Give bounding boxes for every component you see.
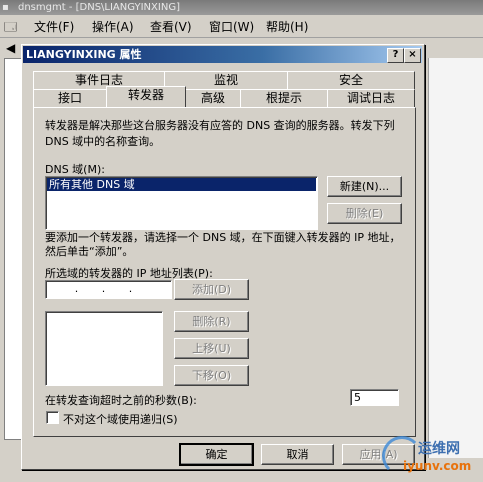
menu-action[interactable]: 操作(A) <box>92 18 134 35</box>
tab-root-hints[interactable]: 根提示 <box>240 89 328 107</box>
mmc-app-icon: ▪ <box>2 2 9 13</box>
timeout-label: 在转发查询超时之前的秒数(B): <box>45 394 197 407</box>
mmc-menu-icon: 🗔 <box>4 20 18 34</box>
forwarder-ip-list[interactable] <box>45 311 163 386</box>
tab-interfaces[interactable]: 接口 <box>33 89 107 107</box>
new-domain-button[interactable]: 新建(N)... <box>327 176 402 197</box>
dns-domain-label: DNS 域(M): <box>45 163 105 176</box>
move-up-button[interactable]: 上移(U) <box>174 338 249 359</box>
close-button[interactable]: × <box>404 48 421 63</box>
mmc-titlebar: ▪ dnsmgmt - [DNS\LIANGYINXING] <box>0 0 483 15</box>
menu-help[interactable]: 帮助(H) <box>266 18 308 35</box>
ip-address-input[interactable]: . . . <box>45 280 172 299</box>
dialog-titlebar: LIANGYINXING 属性 <box>23 46 422 63</box>
ok-button[interactable]: 确定 <box>179 443 254 466</box>
no-recursion-label: 不对这个域使用递归(S) <box>63 413 178 426</box>
tab-debug-log[interactable]: 调试日志 <box>327 89 415 107</box>
move-down-button[interactable]: 下移(O) <box>174 365 249 386</box>
timeout-input[interactable]: 5 <box>350 389 399 406</box>
tab-security[interactable]: 安全 <box>287 71 415 89</box>
dns-domain-list[interactable]: 所有其他 DNS 域 <box>45 176 318 230</box>
add-forwarder-button[interactable]: 添加(D) <box>174 279 249 300</box>
help-button[interactable]: ? <box>387 48 404 63</box>
watermark-text: 运维网 <box>418 441 460 457</box>
mmc-result-pane <box>428 58 483 458</box>
dialog-title: LIANGYINXING 属性 <box>26 48 142 61</box>
watermark-url: iyunv.com <box>403 459 472 473</box>
cancel-button[interactable]: 取消 <box>261 444 334 465</box>
menu-view[interactable]: 查看(V) <box>150 18 192 35</box>
tab-forwarders[interactable]: 转发器 <box>106 86 186 107</box>
add-forwarder-instruction: 要添加一个转发器，请选择一个 DNS 域，在下面键入转发器的 IP 地址，然后单… <box>45 231 401 258</box>
delete-domain-button[interactable]: 删除(E) <box>327 203 402 224</box>
back-arrow-icon[interactable]: ◀ <box>6 41 15 55</box>
no-recursion-checkbox[interactable] <box>46 411 59 424</box>
forwarders-description: 转发器是解决那些这台服务器没有应答的 DNS 查询的服务器。转发下列 DNS 域… <box>45 119 395 148</box>
remove-forwarder-button[interactable]: 删除(R) <box>174 311 249 332</box>
tab-advanced[interactable]: 高级 <box>185 89 241 107</box>
menu-window[interactable]: 窗口(W) <box>209 18 254 35</box>
mmc-title-text: dnsmgmt - [DNS\LIANGYINXING] <box>18 2 180 13</box>
menu-file[interactable]: 文件(F) <box>34 18 74 35</box>
mmc-menubar: 🗔 文件(F) 操作(A) 查看(V) 窗口(W) 帮助(H) <box>0 15 483 38</box>
list-item[interactable]: 所有其他 DNS 域 <box>47 178 316 191</box>
